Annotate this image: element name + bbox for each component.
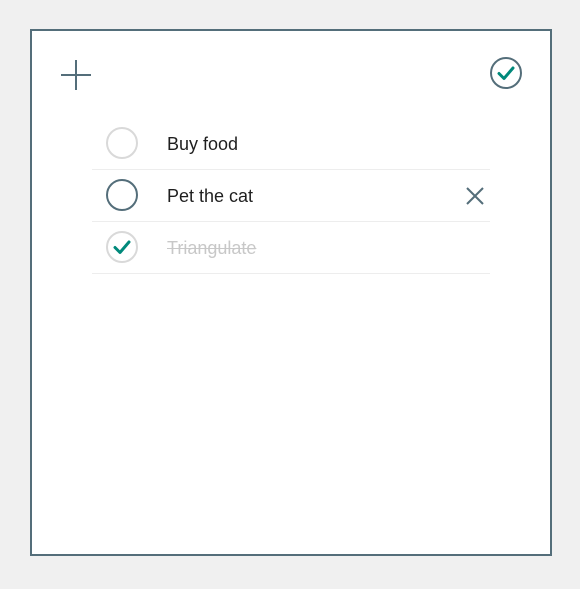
- todo-item: Pet the cat: [92, 170, 490, 222]
- todo-label[interactable]: Triangulate: [167, 237, 256, 259]
- todo-toggle-checkbox[interactable]: [105, 126, 139, 160]
- delete-todo-button[interactable]: [462, 183, 488, 209]
- todo-list: Buy food Pet the cat Triangulate: [92, 118, 490, 274]
- toggle-all-button[interactable]: [489, 56, 523, 90]
- close-icon: [466, 187, 484, 205]
- todo-item: Buy food: [92, 118, 490, 170]
- todo-label[interactable]: Pet the cat: [167, 185, 253, 207]
- todo-toggle-checkbox[interactable]: [105, 178, 139, 212]
- todo-item: Triangulate: [92, 222, 490, 274]
- plus-icon: [61, 60, 91, 90]
- add-todo-button[interactable]: [59, 58, 93, 92]
- todo-toggle-checkbox[interactable]: [105, 230, 139, 264]
- check-circle-icon: [106, 231, 138, 263]
- todo-label[interactable]: Buy food: [167, 133, 238, 155]
- todo-panel: Buy food Pet the cat Triangulate: [30, 29, 552, 556]
- check-circle-icon: [490, 57, 522, 89]
- empty-circle-icon: [106, 127, 138, 159]
- empty-circle-icon: [106, 179, 138, 211]
